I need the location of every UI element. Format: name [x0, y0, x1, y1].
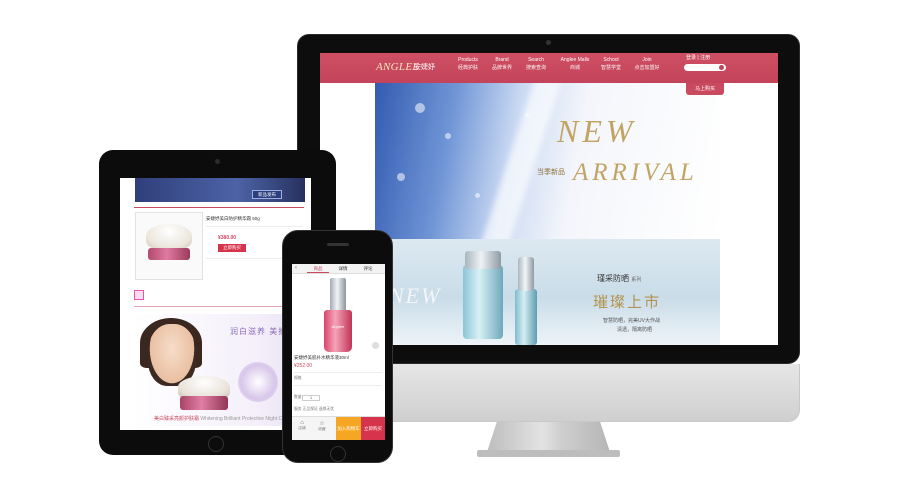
- store-icon[interactable]: ⌂ 店铺: [294, 420, 310, 431]
- favorite-label: 收藏: [318, 427, 326, 431]
- banner-watermark: NEW: [389, 283, 442, 308]
- product-bottle-image: [515, 289, 537, 345]
- product-bottle-image: [463, 265, 503, 339]
- tab-product[interactable]: 商品: [307, 266, 329, 273]
- flower-decoration: [238, 362, 278, 402]
- monitor-stand: [487, 422, 610, 452]
- product-price: ¥380.00: [218, 235, 237, 241]
- product-cap-image: [465, 251, 501, 269]
- nav-item-school[interactable]: School 智慧学堂: [593, 56, 629, 73]
- search-icon[interactable]: [719, 65, 724, 70]
- thumbnail-item[interactable]: [134, 290, 144, 300]
- phone-device: ‹ 商品 详情 评论 Anglee 安婕妤美肌补水精华液30ml ¥252.00…: [282, 230, 393, 463]
- cream-jar-image: [178, 376, 230, 398]
- tablet-top-banner[interactable]: 新品发布: [135, 178, 305, 202]
- bubble-decoration: [397, 173, 405, 181]
- light-streak-decoration: [474, 83, 562, 239]
- bubble-decoration: [415, 103, 425, 113]
- service-row: 服务 正品保证 退换无忧: [294, 407, 335, 411]
- back-arrow-icon[interactable]: ‹: [295, 265, 297, 271]
- nav-label-en: Products: [458, 57, 478, 63]
- nav-item-join[interactable]: Join 点击加盟好: [629, 56, 665, 73]
- favorite-icon[interactable]: ☆ 收藏: [314, 420, 330, 432]
- series-suffix: 系列: [631, 277, 642, 283]
- serum-cap-image: [330, 278, 346, 312]
- store-label: 店铺: [298, 426, 306, 430]
- promo-caption: 美白臻采亮颜护肤霜 Whitening Brilliant Protective…: [154, 415, 294, 422]
- banner-description: 智慧防晒，完美UV大作战: [603, 318, 660, 324]
- banner-headline: 璀璨上市: [593, 294, 662, 311]
- divider: [206, 226, 302, 227]
- bubble-decoration: [445, 133, 451, 139]
- hero-banner[interactable]: NEW 当季新品 ARRIVAL: [375, 83, 720, 239]
- bubble-decoration: [525, 113, 529, 117]
- monitor-foot: [477, 450, 620, 457]
- nav-label-cn: 点击加盟好: [634, 65, 660, 71]
- share-icon[interactable]: [372, 342, 379, 349]
- camera-icon: [546, 40, 551, 45]
- cream-jar-base-image: [180, 396, 228, 410]
- buy-now-button[interactable]: 立即购买: [361, 417, 385, 440]
- nav-label-en: Anglee Malls: [560, 57, 590, 63]
- home-button[interactable]: [330, 446, 346, 462]
- bottle-logo: Anglee: [331, 324, 345, 329]
- add-to-cart-button[interactable]: 加入购物车: [336, 417, 361, 440]
- cream-jar-image: [146, 224, 192, 248]
- nav-item-products[interactable]: Products 经典护肤: [450, 56, 486, 73]
- spec-row-label[interactable]: 规格: [294, 376, 302, 381]
- nav-label-en: Search: [528, 57, 544, 63]
- tab-details[interactable]: 详情: [332, 266, 354, 272]
- nav-label-cn: 商城: [569, 65, 580, 71]
- sunscreen-banner[interactable]: NEW 瑾采防晒 系列 璀璨上市 智慧防晒，完美UV大作战 清透，隔离防晒: [375, 239, 720, 345]
- promo-caption-cn: 美白臻采亮颜护肤霜: [154, 416, 200, 422]
- nav-label-cn: 智慧学堂: [600, 65, 621, 71]
- home-button[interactable]: [208, 436, 224, 452]
- camera-icon: [215, 159, 220, 164]
- quantity-stepper[interactable]: 1: [302, 395, 320, 401]
- quantity-row-label: 数量: [294, 395, 302, 399]
- nav-label-cn: 品牌世界: [491, 65, 512, 71]
- banner-description: 清透，隔离防晒: [617, 327, 653, 333]
- divider: [294, 385, 382, 386]
- hero-caption: 当季新品: [537, 169, 565, 176]
- new-release-button[interactable]: 新品发布: [252, 190, 282, 199]
- nav-label-en: School: [603, 57, 619, 63]
- product-name: 安婕妤美白防护精华霜 50g: [206, 216, 260, 221]
- product-tabs: ‹ 商品 详情 评论: [292, 264, 385, 274]
- nav-label-en: Join: [642, 57, 652, 63]
- buy-now-button[interactable]: 立即购买: [218, 244, 246, 252]
- hero-title-arrival: ARRIVAL: [573, 159, 698, 186]
- brand-logo[interactable]: ANGLEE: [376, 61, 419, 73]
- login-register-link[interactable]: 登录 | 注册: [686, 54, 710, 61]
- series-title: 瑾采防晒 系列: [597, 273, 641, 284]
- promo-caption-en: Whitening Brilliant Protective Night Cre…: [200, 416, 294, 422]
- nav-item-malls[interactable]: Anglee Malls 商城: [554, 56, 596, 73]
- cream-jar-base-image: [148, 248, 190, 260]
- series-name: 瑾采防晒: [597, 274, 629, 283]
- speaker-grille: [327, 243, 349, 246]
- nav-item-brand[interactable]: Brand 品牌世界: [484, 56, 520, 73]
- product-cap-image: [518, 257, 534, 291]
- hero-title-new: NEW: [557, 113, 637, 149]
- model-face-image: [148, 324, 196, 386]
- nav-label-cn: 搜索查询: [525, 65, 546, 71]
- tab-reviews[interactable]: 评论: [357, 266, 379, 272]
- buy-now-tab[interactable]: 马上购买: [686, 83, 724, 95]
- product-price: ¥252.00: [294, 363, 313, 369]
- bottom-action-bar: ⌂ 店铺 ☆ 收藏 加入购物车 立即购买: [292, 416, 385, 440]
- brand-name-cn: 安婕妤: [414, 64, 435, 71]
- phone-screen: ‹ 商品 详情 评论 Anglee 安婕妤美肌补水精华液30ml ¥252.00…: [292, 264, 385, 440]
- top-navigation-bar: ANGLEE 安婕妤 Products 经典护肤 Brand 品牌世界 Sear…: [320, 53, 778, 83]
- divider: [294, 372, 382, 373]
- nav-label-en: Brand: [495, 57, 509, 63]
- bubble-decoration: [475, 193, 480, 198]
- product-name: 安婕妤美肌补水精华液30ml: [294, 355, 349, 360]
- nav-label-cn: 经典护肤: [457, 65, 478, 71]
- nav-item-search[interactable]: Search 搜索查询: [518, 56, 554, 73]
- divider: [134, 207, 304, 208]
